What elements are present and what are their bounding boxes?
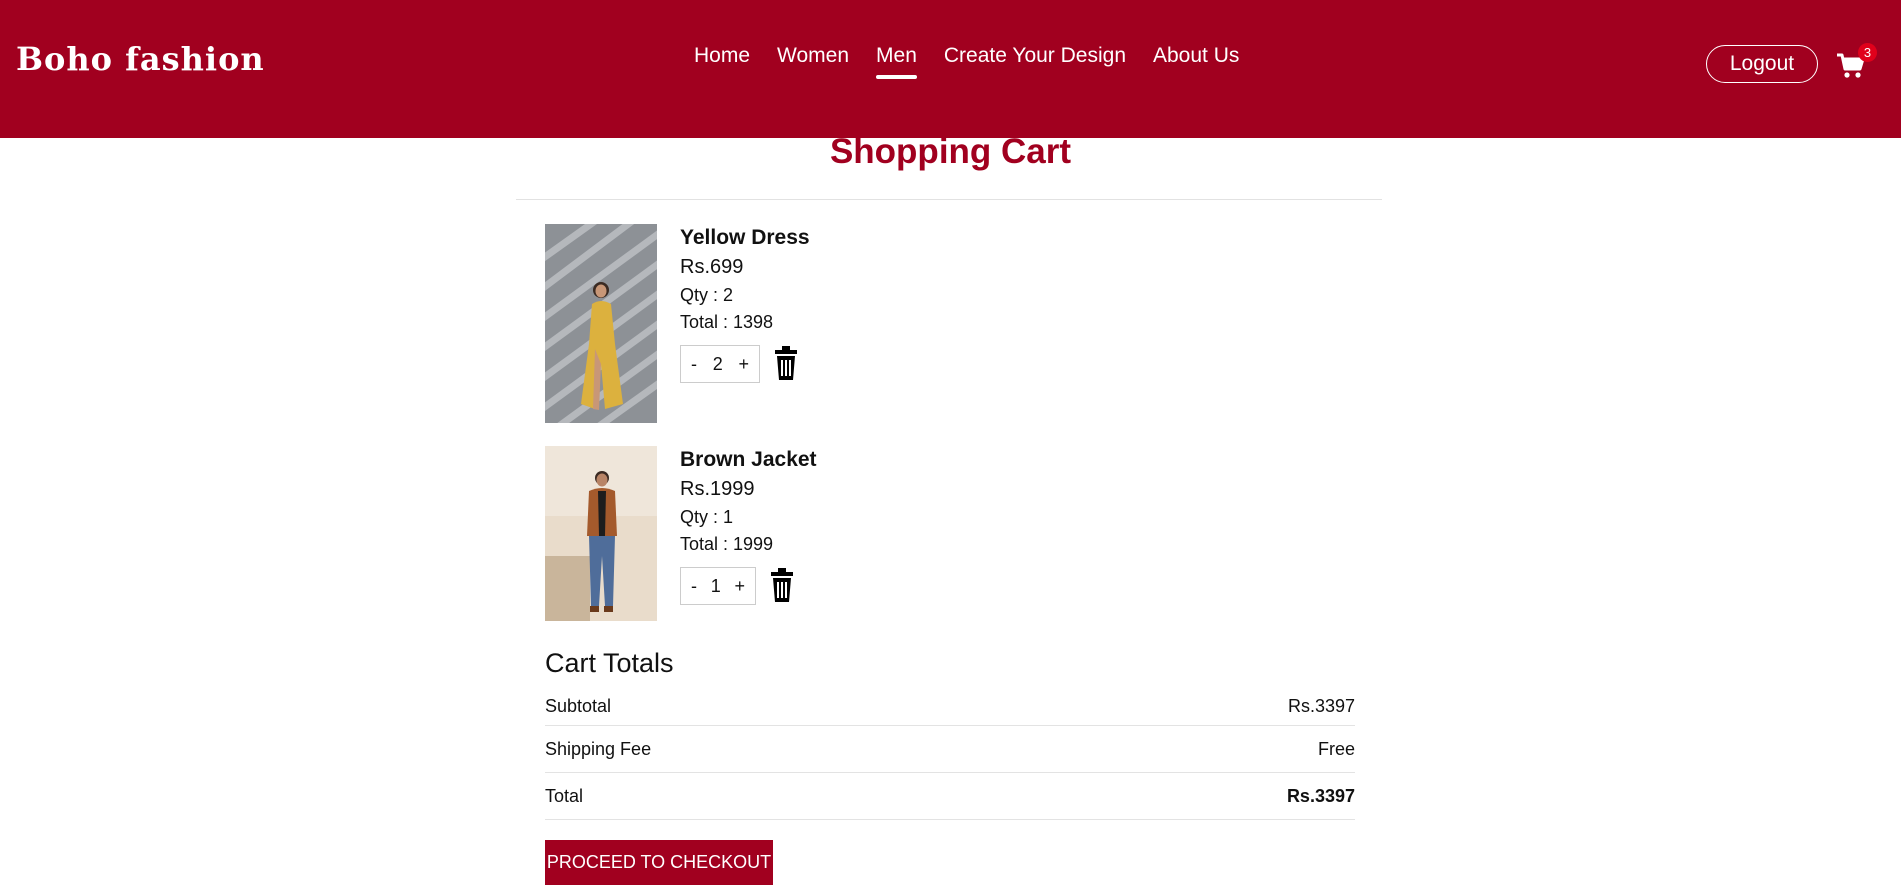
item-info: Yellow Dress Rs.699 Qty : 2 Total : 1398…	[680, 224, 810, 383]
item-info: Brown Jacket Rs.1999 Qty : 1 Total : 199…	[680, 446, 817, 605]
decrease-qty-button[interactable]: -	[691, 576, 697, 597]
increase-qty-button[interactable]: +	[738, 354, 749, 375]
item-name: Yellow Dress	[680, 226, 810, 249]
brand-logo[interactable]: Boho fashion	[16, 40, 265, 78]
subtotal-value: Rs.3397	[1287, 695, 1355, 716]
subtotal-label: Subtotal	[545, 695, 612, 716]
remove-item-button[interactable]	[770, 567, 796, 605]
cart-totals-title: Cart Totals	[545, 648, 674, 678]
item-qty: Qty : 1	[680, 507, 734, 527]
item-total: Total : 1398	[680, 312, 774, 332]
nav-women[interactable]: Women	[777, 44, 849, 68]
item-price: Rs.1999	[680, 478, 755, 500]
page-title: Shopping Cart	[829, 132, 1072, 171]
shipping-row: Shipping Fee Free	[545, 726, 1355, 773]
total-label: Total	[545, 785, 584, 806]
total-row: Total Rs.3397	[545, 773, 1355, 820]
item-controls: - 2 +	[680, 345, 810, 383]
subtotal-row: Subtotal Rs.3397	[545, 687, 1355, 726]
remove-item-button[interactable]	[774, 345, 800, 383]
item-controls: - 1 +	[680, 567, 817, 605]
nav-about-us[interactable]: About Us	[1153, 44, 1239, 68]
item-qty: Qty : 2	[680, 285, 734, 305]
increase-qty-button[interactable]: +	[734, 576, 745, 597]
main-nav: Home Women Men Create Your Design About …	[694, 44, 1239, 79]
site-header: Boho fashion Home Women Men Create Your …	[0, 0, 1901, 138]
quantity-stepper: - 2 +	[680, 345, 760, 383]
proceed-to-checkout-button[interactable]: PROCEED TO CHECKOUT	[545, 840, 773, 885]
quantity-stepper: - 1 +	[680, 567, 756, 605]
total-value: Rs.3397	[1286, 785, 1355, 806]
cart-totals: Cart Totals Subtotal Rs.3397 Shipping Fe…	[545, 648, 1355, 820]
product-image-yellow-dress[interactable]	[545, 224, 657, 423]
cart-count-badge: 3	[1858, 43, 1877, 62]
nav-home[interactable]: Home	[694, 44, 750, 68]
decrease-qty-button[interactable]: -	[691, 354, 697, 375]
item-total: Total : 1999	[680, 534, 774, 554]
item-name: Brown Jacket	[680, 448, 817, 471]
item-price: Rs.699	[680, 256, 744, 278]
cart-button[interactable]: 3	[1836, 43, 1877, 82]
title-divider	[516, 199, 1382, 200]
logout-button[interactable]: Logout	[1706, 45, 1818, 83]
trash-icon	[771, 568, 793, 602]
product-image-brown-jacket[interactable]	[545, 446, 657, 621]
shipping-label: Shipping Fee	[545, 738, 652, 759]
qty-value: 2	[712, 353, 723, 374]
nav-men[interactable]: Men	[876, 44, 917, 79]
qty-value: 1	[710, 575, 721, 596]
shipping-value: Free	[1317, 738, 1355, 759]
trash-icon	[775, 346, 797, 380]
nav-create-your-design[interactable]: Create Your Design	[944, 44, 1126, 68]
